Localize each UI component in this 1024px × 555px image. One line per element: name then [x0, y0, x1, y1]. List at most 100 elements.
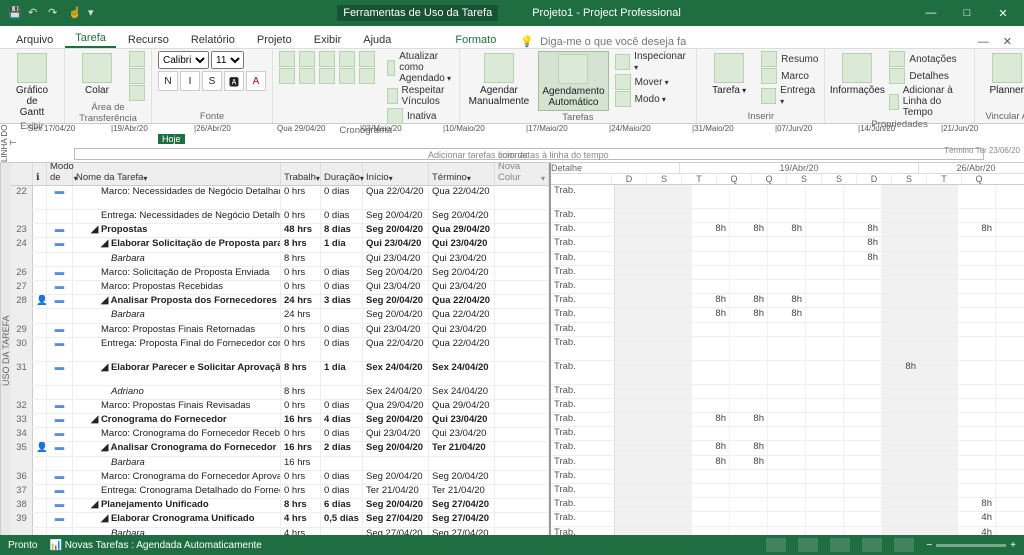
ribbon-min-button[interactable]: — — [972, 36, 995, 48]
pct0-icon[interactable] — [279, 51, 295, 67]
zoom-out-icon[interactable]: − — [926, 540, 932, 551]
qa-more-icon[interactable]: ▾ — [88, 6, 102, 20]
task-row[interactable]: Barbara8 hrsQui 23/04/20Qui 23/04/20 — [11, 253, 549, 267]
timephased-row[interactable]: Trab.8h — [551, 252, 1024, 266]
col-name[interactable]: Nome da Tarefa — [73, 163, 281, 185]
timephased-row[interactable]: Trab.4h — [551, 512, 1024, 526]
format-painter-icon[interactable] — [129, 85, 145, 101]
day-header[interactable]: S — [821, 174, 856, 184]
notes-icon[interactable] — [889, 51, 905, 67]
col-work[interactable]: Trabalh — [281, 163, 321, 185]
information-button[interactable]: Informações — [831, 51, 883, 98]
outdent-icon[interactable] — [279, 68, 295, 84]
col-end[interactable]: Término — [429, 163, 495, 185]
indent-icon[interactable] — [299, 68, 315, 84]
timephased-row[interactable]: Trab. — [551, 399, 1024, 413]
pct25-icon[interactable] — [299, 51, 315, 67]
task-row[interactable]: 28👤▬◢ Analisar Proposta dos Fornecedores… — [11, 295, 549, 309]
minimize-button[interactable]: — — [914, 0, 948, 26]
details-icon[interactable] — [889, 68, 905, 84]
day-header[interactable]: D — [611, 174, 646, 184]
highlight-button[interactable]: 🅰 — [224, 71, 244, 91]
font-color-button[interactable]: A — [246, 71, 266, 91]
view-board-button[interactable] — [830, 538, 850, 552]
view-gantt-button[interactable] — [766, 538, 786, 552]
cut-icon[interactable] — [129, 51, 145, 67]
task-row[interactable]: 34▬Marco: Cronograma do Fornecedor Receb… — [11, 428, 549, 442]
tab-recurso[interactable]: Recurso — [118, 31, 179, 48]
task-row[interactable]: 23▬◢ Propostas48 hrs8 diasSeg 20/04/20Qu… — [11, 224, 549, 238]
auto-schedule-button[interactable]: AgendamentoAutomático — [538, 51, 608, 111]
font-size-select[interactable]: 11 — [211, 51, 244, 69]
paste-button[interactable]: Colar — [71, 51, 123, 98]
timephased-row[interactable]: Trab. — [551, 484, 1024, 498]
timephased-row[interactable]: Trab. — [551, 209, 1024, 223]
task-row[interactable]: 27▬Marco: Propostas Recebidas0 hrs0 dias… — [11, 281, 549, 295]
pct100-icon[interactable] — [359, 51, 375, 67]
planner-button[interactable]: Planner — [981, 51, 1024, 98]
col-mode[interactable]: Modo de — [47, 163, 73, 185]
move-icon[interactable] — [615, 74, 631, 90]
milestone-icon[interactable] — [761, 68, 777, 84]
day-header[interactable]: Q — [751, 174, 786, 184]
copy-icon[interactable] — [129, 68, 145, 84]
save-icon[interactable]: 💾 — [8, 6, 22, 20]
zoom-in-icon[interactable]: + — [1010, 540, 1016, 551]
timephased-row[interactable]: Trab. — [551, 427, 1024, 441]
tab-relatorio[interactable]: Relatório — [181, 31, 245, 48]
timephased-row[interactable]: Trab. — [551, 266, 1024, 280]
pct75-icon[interactable] — [339, 51, 355, 67]
task-button[interactable]: Tarefa — [703, 51, 755, 98]
pct50-icon[interactable] — [319, 51, 335, 67]
close-button[interactable]: ✕ — [986, 0, 1020, 26]
timephased-row[interactable]: Trab.8h8h — [551, 456, 1024, 470]
summary-icon[interactable] — [761, 51, 777, 67]
timephased-row[interactable]: Trab.8h — [551, 237, 1024, 251]
task-row[interactable]: 31▬◢ Elaborar Parecer e Solicitar Aprova… — [11, 362, 549, 386]
add-timeline-icon[interactable] — [889, 94, 898, 110]
mode-icon[interactable] — [615, 91, 631, 107]
link-icon[interactable] — [319, 68, 335, 84]
timephased-row[interactable]: Trab.8h8h — [551, 413, 1024, 427]
timephased-row[interactable]: Trab. — [551, 323, 1024, 337]
task-row[interactable]: 30▬Entrega: Proposta Final do Fornecedor… — [11, 338, 549, 362]
day-header[interactable]: T — [926, 174, 961, 184]
task-row[interactable]: Entrega: Necessidades de Negócio Detalha… — [11, 210, 549, 224]
timeline-pane[interactable]: LINHA DO T Sex 17/04/20 |19/Abr/20 |26/A… — [0, 124, 1024, 163]
task-row[interactable]: 38▬◢ Planejamento Unificado8 hrs6 diasSe… — [11, 499, 549, 513]
tell-me-search[interactable]: 💡 Diga-me o que você deseja fa — [520, 35, 780, 48]
inactive-icon[interactable] — [387, 108, 403, 124]
undo-icon[interactable]: ↶ — [28, 6, 42, 20]
task-row[interactable]: 39▬◢ Elaborar Cronograma Unificado4 hrs0… — [11, 513, 549, 527]
manual-schedule-button[interactable]: AgendarManualmente — [466, 51, 533, 109]
timephased-row[interactable]: Trab. — [551, 185, 1024, 209]
task-row[interactable]: 33▬◢ Cronograma do Fornecedor16 hrs4 dia… — [11, 414, 549, 428]
task-row[interactable]: Barbara24 hrsSeg 20/04/20Qua 22/04/20 — [11, 309, 549, 323]
timephased-row[interactable]: Trab.8h — [551, 361, 1024, 385]
task-row[interactable]: 36▬Marco: Cronograma do Fornecedor Aprov… — [11, 471, 549, 485]
timephased-row[interactable]: Trab. — [551, 280, 1024, 294]
tab-exibir[interactable]: Exibir — [304, 31, 352, 48]
view-resource-button[interactable] — [862, 538, 882, 552]
ribbon-close-button[interactable]: ✕ — [997, 35, 1018, 48]
zoom-slider[interactable]: − + — [926, 540, 1016, 551]
split-icon[interactable] — [359, 68, 375, 84]
font-family-select[interactable]: Calibri — [158, 51, 209, 69]
tab-ajuda[interactable]: Ajuda — [353, 31, 401, 48]
underline-button[interactable]: S — [202, 71, 222, 91]
timephased-row[interactable]: Trab.8h — [551, 498, 1024, 512]
redo-icon[interactable]: ↷ — [48, 6, 62, 20]
timephased-row[interactable]: Trab.8h8h8h8h8h — [551, 223, 1024, 237]
timephased-row[interactable]: Trab.8h8h — [551, 441, 1024, 455]
tab-tarefa[interactable]: Tarefa — [65, 29, 116, 48]
day-header[interactable]: S — [646, 174, 681, 184]
task-row[interactable]: 22▬Marco: Necessidades de Negócio Detalh… — [11, 186, 549, 210]
italic-button[interactable]: I — [180, 71, 200, 91]
col-add-new[interactable]: licionar Nova Colur — [495, 163, 549, 185]
tab-arquivo[interactable]: Arquivo — [6, 31, 63, 48]
task-row[interactable]: 37▬Entrega: Cronograma Detalhado do Forn… — [11, 485, 549, 499]
week-header-2[interactable]: 26/Abr/20 — [918, 163, 1024, 173]
bold-button[interactable]: N — [158, 71, 178, 91]
tab-projeto[interactable]: Projeto — [247, 31, 302, 48]
task-row[interactable]: 32▬Marco: Propostas Finais Revisadas0 hr… — [11, 400, 549, 414]
